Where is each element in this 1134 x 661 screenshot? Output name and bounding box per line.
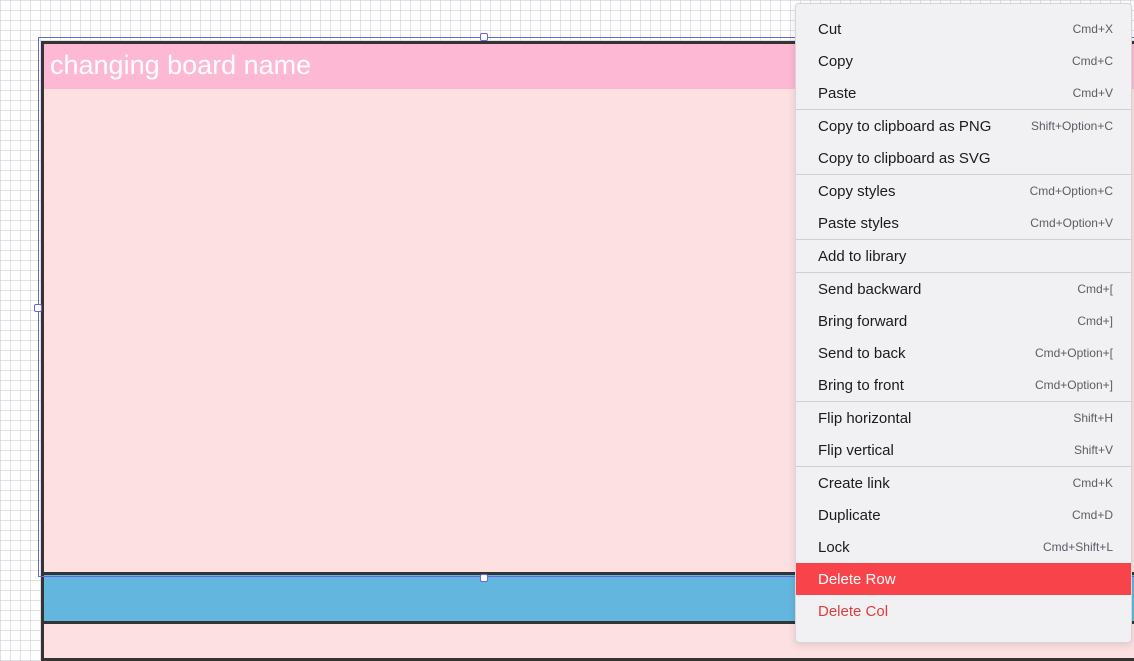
menu-item-shortcut: Cmd+[: [1077, 282, 1113, 296]
menu-item-shortcut: Cmd+X: [1072, 22, 1113, 36]
menu-item-delete-col[interactable]: Delete Col: [796, 595, 1131, 627]
menu-item-label: Delete Row: [818, 570, 896, 588]
menu-item-label: Send to back: [818, 344, 906, 362]
menu-item-shortcut: Cmd+C: [1071, 54, 1113, 68]
menu-item-delete-row[interactable]: Delete Row: [796, 563, 1131, 595]
menu-item-label: Cut: [818, 20, 842, 38]
menu-item-shortcut: Cmd+V: [1072, 86, 1113, 100]
menu-item-send-to-back[interactable]: Send to back Cmd+Option+[: [796, 337, 1131, 369]
menu-item-lock[interactable]: Lock Cmd+Shift+L: [796, 531, 1131, 563]
menu-item-paste-styles[interactable]: Paste styles Cmd+Option+V: [796, 207, 1131, 239]
menu-item-shortcut: Cmd+Option+C: [1029, 184, 1113, 198]
menu-item-copy-to-clipboard-as-png[interactable]: Copy to clipboard as PNG Shift+Option+C: [796, 110, 1131, 142]
menu-item-label: Paste styles: [818, 214, 899, 232]
menu-item-add-to-library[interactable]: Add to library: [796, 240, 1131, 272]
menu-item-label: Bring forward: [818, 312, 908, 330]
menu-item-bring-to-front[interactable]: Bring to front Cmd+Option+]: [796, 369, 1131, 401]
resize-handle-top[interactable]: [480, 33, 488, 41]
menu-item-shortcut: Cmd+K: [1072, 476, 1113, 490]
menu-item-shortcut: Cmd+Shift+L: [1042, 540, 1113, 554]
menu-item-shortcut: Cmd+]: [1077, 314, 1113, 328]
menu-item-label: Delete Col: [818, 602, 889, 620]
menu-item-label: Paste: [818, 84, 857, 102]
menu-item-label: Flip horizontal: [818, 409, 912, 427]
menu-item-shortcut: Shift+V: [1073, 443, 1113, 457]
menu-item-shortcut: Shift+Option+C: [1030, 119, 1113, 133]
menu-item-copy[interactable]: Copy Cmd+C: [796, 45, 1131, 77]
menu-item-label: Copy to clipboard as SVG: [818, 149, 991, 167]
menu-item-paste[interactable]: Paste Cmd+V: [796, 77, 1131, 109]
context-menu: Cut Cmd+X Copy Cmd+C Paste Cmd+V Copy to clipb…: [795, 3, 1132, 643]
menu-item-shortcut: Cmd+Option+]: [1034, 378, 1113, 392]
menu-item-flip-horizontal[interactable]: Flip horizontal Shift+H: [796, 402, 1131, 434]
menu-item-shortcut: Cmd+D: [1071, 508, 1113, 522]
menu-item-bring-forward[interactable]: Bring forward Cmd+]: [796, 305, 1131, 337]
menu-item-copy-to-clipboard-as-svg[interactable]: Copy to clipboard as SVG: [796, 142, 1131, 174]
resize-handle-bottom[interactable]: [480, 574, 488, 582]
menu-item-flip-vertical[interactable]: Flip vertical Shift+V: [796, 434, 1131, 466]
menu-item-copy-styles[interactable]: Copy styles Cmd+Option+C: [796, 175, 1131, 207]
menu-item-shortcut: Cmd+Option+V: [1030, 216, 1113, 230]
menu-item-shortcut: Cmd+Option+[: [1034, 346, 1113, 360]
menu-item-label: Send backward: [818, 280, 922, 298]
menu-item-create-link[interactable]: Create link Cmd+K: [796, 467, 1131, 499]
menu-item-label: Add to library: [818, 247, 907, 265]
menu-item-label: Lock: [818, 538, 850, 556]
menu-item-label: Create link: [818, 474, 890, 492]
menu-item-send-backward[interactable]: Send backward Cmd+[: [796, 273, 1131, 305]
menu-item-label: Bring to front: [818, 376, 904, 394]
menu-item-cut[interactable]: Cut Cmd+X: [796, 13, 1131, 45]
menu-item-label: Flip vertical: [818, 441, 894, 459]
resize-handle-left[interactable]: [34, 304, 42, 312]
menu-item-label: Copy to clipboard as PNG: [818, 117, 992, 135]
menu-item-label: Duplicate: [818, 506, 881, 524]
menu-item-label: Copy styles: [818, 182, 896, 200]
menu-item-shortcut: Shift+H: [1073, 411, 1113, 425]
menu-item-label: Copy: [818, 52, 854, 70]
menu-item-duplicate[interactable]: Duplicate Cmd+D: [796, 499, 1131, 531]
